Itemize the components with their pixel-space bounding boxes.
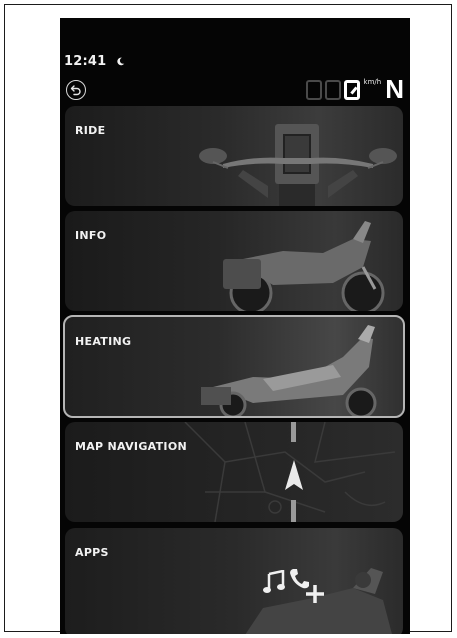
clock-time: 12:41 [64, 54, 107, 69]
menu-tile-label: HEATING [75, 335, 132, 348]
menu-tile-ride[interactable]: RIDE [65, 106, 403, 206]
navigation-arrow-icon [285, 460, 303, 490]
back-arrow-icon [70, 85, 81, 96]
music-note-icon [263, 570, 285, 593]
moon-icon [117, 57, 125, 66]
dashboard-screen: 12:41 km/h N RIDE INFO HEATING MAP NAVIG… [60, 18, 410, 634]
menu-tile-label: APPS [75, 546, 109, 559]
speed-digit [343, 80, 360, 100]
map-background-image [184, 422, 396, 522]
motorcycle-rear-image [201, 325, 377, 416]
speed-digit-placeholder [324, 80, 341, 100]
speed-unit: km/h [363, 78, 382, 86]
menu-tile-heating[interactable]: HEATING [63, 315, 405, 418]
handlebar-cockpit-image [199, 124, 397, 206]
menu-tile-label: RIDE [75, 124, 106, 137]
menu-tile-label: MAP NAVIGATION [75, 440, 187, 453]
menu-tile-info[interactable]: INFO [65, 211, 403, 311]
speedometer: km/h N [305, 74, 404, 104]
menu-tile-label: INFO [75, 229, 107, 242]
menu-tile-apps[interactable]: APPS [65, 528, 403, 634]
motorcycle-side-image [223, 221, 385, 311]
menu-tile-map-navigation[interactable]: MAP NAVIGATION [65, 422, 403, 522]
back-button[interactable] [66, 80, 86, 100]
plus-icon [306, 585, 324, 603]
speed-digit-placeholder [305, 80, 322, 100]
status-bar: 12:41 [64, 54, 125, 69]
gear-indicator: N [385, 74, 404, 104]
